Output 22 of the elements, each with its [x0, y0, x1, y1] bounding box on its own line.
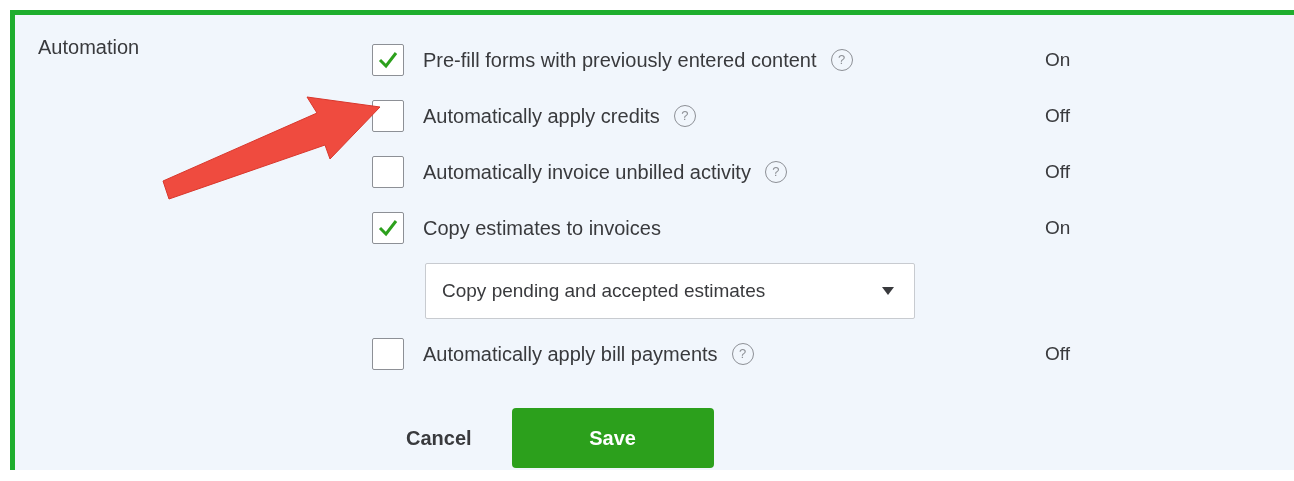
checkbox[interactable] — [372, 338, 404, 370]
status-text: Off — [1045, 161, 1071, 183]
estimates-dropdown[interactable]: Copy pending and accepted estimates — [425, 263, 915, 319]
checkmark-icon — [378, 51, 398, 69]
checkbox[interactable] — [372, 44, 404, 76]
option-label: Pre-fill forms with previously entered content — [423, 48, 817, 73]
status-text: On — [1045, 217, 1071, 239]
status-text: Off — [1045, 343, 1071, 365]
option-label: Automatically apply credits — [423, 104, 660, 129]
option-label: Copy estimates to invoices — [423, 216, 661, 241]
option-label: Automatically apply bill payments — [423, 342, 718, 367]
save-button[interactable]: Save — [511, 408, 714, 468]
status-text: On — [1045, 49, 1071, 71]
status-text: Off — [1045, 105, 1071, 127]
checkbox[interactable] — [372, 212, 404, 244]
option-label: Automatically invoice unbilled activity — [423, 160, 751, 185]
checkbox[interactable] — [372, 156, 404, 188]
cancel-button[interactable]: Cancel — [406, 422, 472, 454]
section-title: Automation — [38, 35, 141, 60]
caret-icon — [882, 287, 894, 295]
checkmark-icon — [378, 219, 398, 237]
checkbox[interactable] — [372, 100, 404, 132]
